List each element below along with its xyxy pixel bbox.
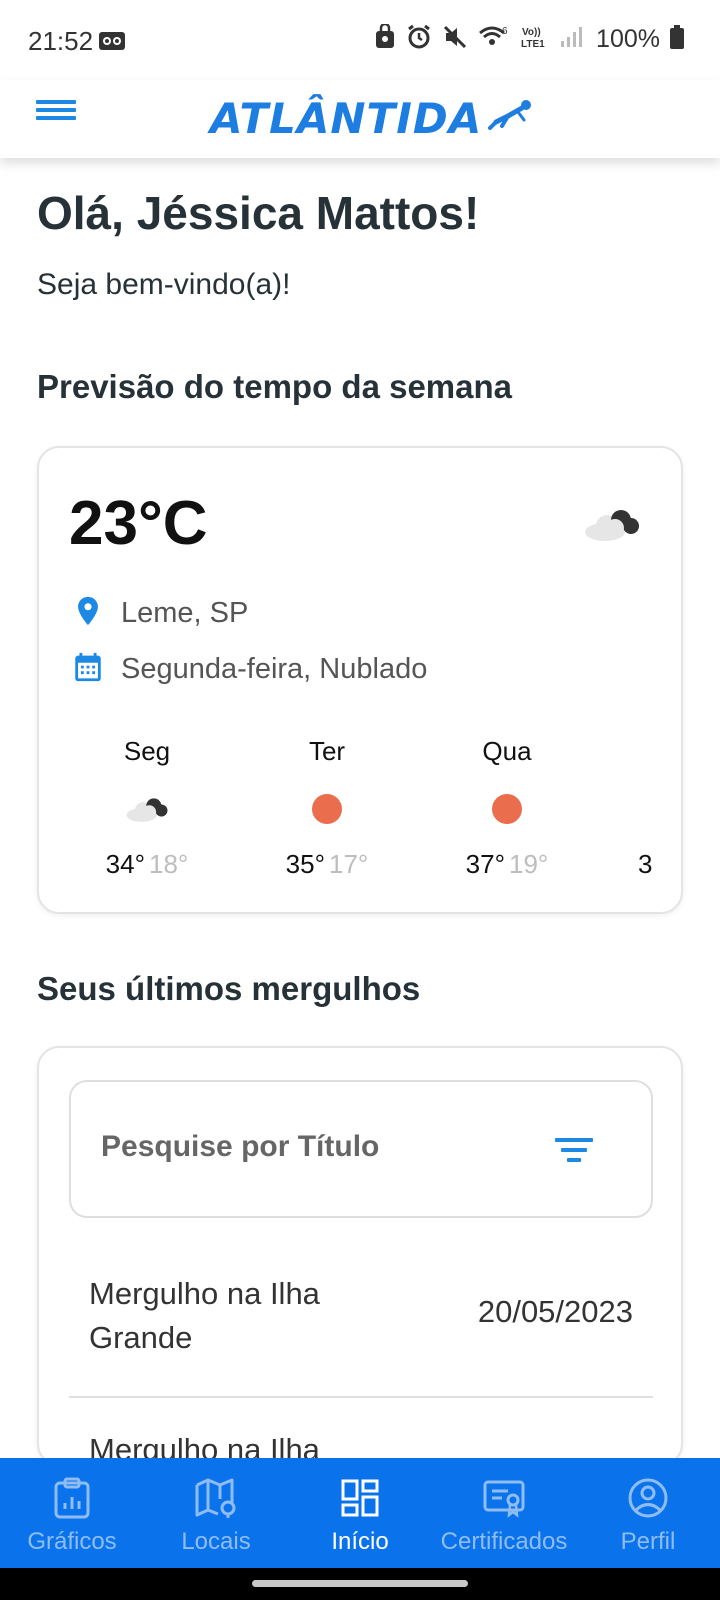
sun-icon [252,783,402,835]
nav-item-graficos[interactable]: Gráficos [0,1458,144,1568]
signal-icon [560,26,583,53]
nav-label: Perfil [620,1528,676,1555]
location-pin-icon [71,594,105,633]
volte-bottom-label: LTE1 [521,39,545,50]
welcome-text: Seja bem-vindo(a)! [37,268,291,301]
nav-item-certificados[interactable]: Certificados [432,1458,576,1568]
forecast-max: 3 [638,849,653,879]
bag-lock-icon [374,22,396,55]
forecast-min: 17° [329,849,369,879]
wifi-badge: 6 [502,26,508,37]
menu-button[interactable] [36,96,76,136]
day-condition-text: Segunda-feira, Nublado [121,653,428,685]
menu-icon-line [36,116,76,120]
location-text: Leme, SP [121,597,249,629]
search-box[interactable] [69,1080,653,1218]
dive-date: 20/05/2023 [477,1294,633,1329]
filter-icon[interactable] [555,1138,593,1168]
forecast-min: 18° [149,849,189,879]
status-bar: 21:52 6 Vo)) LTE1 100% [0,0,720,80]
nav-label: Início [331,1528,389,1555]
profile-icon [576,1476,720,1520]
cloudy-icon [72,783,222,835]
nav-label: Locais [181,1528,251,1555]
battery-percentage: 100% [596,25,660,53]
alarm-icon [406,24,432,55]
dive-list-item[interactable]: Mergulho na Ilha Grande 20/05/2023 [69,1272,653,1368]
forecast-day: 3 [612,736,681,880]
certificate-icon [432,1476,576,1520]
dives-card: Mergulho na Ilha Grande 20/05/2023 Mergu… [37,1046,683,1466]
sun-icon [432,783,582,835]
app-bar: ATLÂNTIDA [0,80,720,158]
dives-section-title: Seus últimos mergulhos [37,970,421,1007]
forecast-day-name [612,736,681,767]
forecast-day-name: Seg [123,736,171,766]
greeting-title: Olá, Jéssica Mattos! [37,187,480,239]
calendar-icon [71,650,105,689]
nav-label: Gráficos [27,1528,117,1555]
gesture-bar [0,1568,720,1600]
menu-icon-line [36,100,76,104]
nav-item-perfil[interactable]: Perfil [576,1458,720,1568]
search-input[interactable] [101,1130,541,1164]
bottom-navigation: Gráficos Locais Início Certificados Perf… [0,1458,720,1568]
dashboard-icon [288,1476,432,1520]
forecast-max: 35° [285,849,325,879]
forecast-strip: Seg 34° 18° Ter 35° 17° Qua 37° 19° 3 [39,736,681,896]
volte-top-label: Vo)) [522,27,541,38]
weather-card: 23°C Leme, SP Segunda-feira, Nublado Seg… [37,446,683,914]
current-temperature: 23°C [69,489,208,558]
battery-icon [670,25,684,54]
forecast-max: 37° [465,849,505,879]
app-logo: ATLÂNTIDA [210,92,534,144]
location-row: Leme, SP [71,594,248,633]
list-divider [69,1396,653,1398]
logo-text: ATLÂNTIDA [210,93,483,143]
chart-clipboard-icon [0,1476,144,1520]
forecast-day: Ter 35° 17° [252,736,402,880]
home-gesture-handle[interactable] [252,1580,468,1587]
status-time: 21:52 [28,26,94,56]
forecast-day-name: Ter [308,736,346,766]
menu-icon-line [36,108,76,112]
diver-icon [488,98,534,139]
forecast-day: Qua 37° 19° [432,736,582,880]
wifi-icon: 6 [478,24,510,55]
forecast-max: 34° [105,849,145,879]
nav-label: Certificados [440,1528,568,1555]
forecast-day-name: Qua [482,736,532,766]
voicemail-icon [98,31,126,56]
forecast-day: Seg 34° 18° [72,736,222,880]
weather-section-title: Previsão do tempo da semana [37,368,513,405]
forecast-icon-placeholder [612,783,681,835]
cloudy-icon [583,506,641,547]
map-pin-icon [144,1476,288,1520]
volte-icon: Vo)) LTE1 [520,24,550,55]
dive-title: Mergulho na Ilha Grande [89,1276,320,1355]
nav-item-locais[interactable]: Locais [144,1458,288,1568]
forecast-min: 19° [509,849,549,879]
mute-icon [442,24,468,55]
date-row: Segunda-feira, Nublado [71,650,427,689]
nav-item-inicio[interactable]: Início [288,1458,432,1568]
